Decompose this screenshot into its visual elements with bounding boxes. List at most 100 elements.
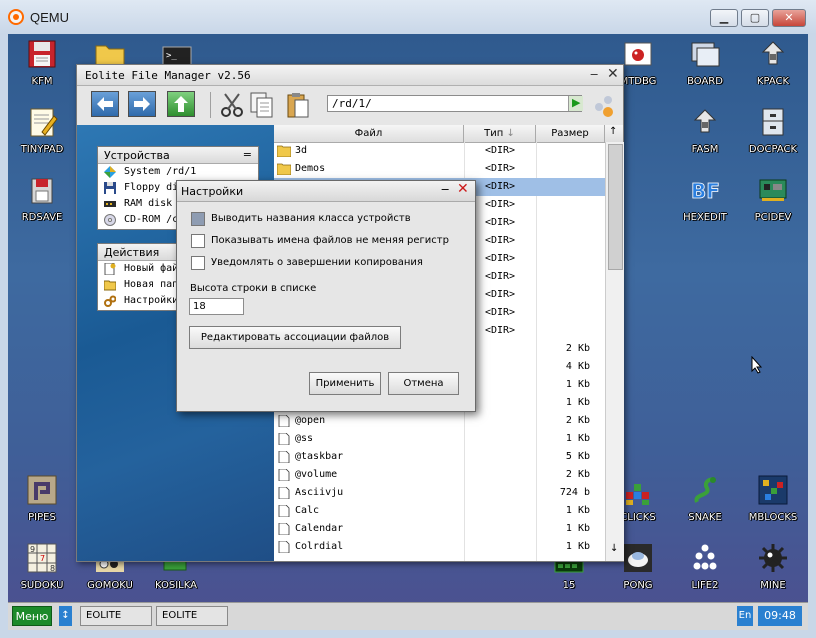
host-titlebar: QEMU ▁ ▢ ✕: [0, 0, 816, 35]
desktop-icon-mblocks[interactable]: MBLOCKS: [741, 470, 805, 534]
path-input[interactable]: /rd/1/: [327, 95, 582, 112]
file-row[interactable]: Calendar 1 Kb: [274, 520, 605, 538]
file-size: 1 Kb: [565, 379, 590, 390]
host-close-button[interactable]: ✕: [772, 9, 806, 27]
file-size: 1 Kb: [565, 433, 590, 444]
file-row[interactable]: @ss 1 Kb: [274, 430, 605, 448]
ramdisk-icon: [104, 201, 116, 207]
desktop-icon-docpack[interactable]: DOCPACK: [741, 102, 805, 166]
file-row[interactable]: Calc 1 Kb: [274, 502, 605, 520]
paste-icon[interactable]: [285, 91, 311, 119]
desktop-icon-label: RDSAVE: [21, 212, 63, 223]
row-height-label: Высота строки в списке: [190, 283, 317, 294]
device-label: System /rd/1: [124, 166, 197, 177]
desktop-icon-snake[interactable]: SNAKE: [673, 470, 737, 534]
file-row[interactable]: Colrdial 1 Kb: [274, 538, 605, 556]
pong-icon: [624, 544, 652, 572]
desktop-icon-label: MINE: [760, 580, 786, 591]
cut-icon[interactable]: [219, 91, 245, 119]
copy-icon[interactable]: [249, 91, 275, 119]
desktop-icon-pipes[interactable]: PIPES: [10, 470, 74, 534]
column-header-name[interactable]: Файл: [274, 125, 464, 142]
sudoku-icon: 978: [27, 543, 57, 573]
docpack-icon: [762, 108, 784, 136]
host-frame-left: [0, 34, 8, 638]
desktop-icon-board[interactable]: BOARD: [673, 34, 737, 98]
cancel-button[interactable]: Отмена: [388, 372, 459, 395]
clicks-icon: [626, 484, 649, 505]
file-icon: [278, 433, 290, 445]
host-frame-right: [808, 34, 816, 638]
host-minimize-button[interactable]: ▁: [710, 9, 738, 27]
option-checkbox-copy-notify[interactable]: [191, 256, 205, 270]
file-row[interactable]: @volume 2 Kb: [274, 466, 605, 484]
back-button[interactable]: [91, 91, 119, 117]
file-row[interactable]: Asciivju 724 b: [274, 484, 605, 502]
file-icon: [278, 469, 290, 481]
file-name: @ss: [295, 433, 314, 444]
language-indicator[interactable]: En: [737, 606, 753, 626]
scroll-down-button[interactable]: ↓: [610, 543, 618, 554]
file-size: 2 Kb: [565, 343, 590, 354]
sort-arrow-icon: ↓: [506, 128, 515, 139]
apply-button[interactable]: Применить: [309, 372, 381, 395]
option-checkbox-device-class[interactable]: [191, 212, 205, 226]
column-header-size[interactable]: Размер: [536, 125, 605, 142]
desktop-icon-life2[interactable]: LIFE2: [673, 538, 737, 602]
desktop-icon-hexedit[interactable]: BF HEXEDIT: [673, 170, 737, 234]
life-icon: [693, 544, 717, 570]
devices-title: Устройства: [104, 149, 170, 162]
column-header-type[interactable]: Тип ↓: [464, 125, 536, 142]
devices-menu-button[interactable]: =: [243, 148, 252, 161]
device-item-system[interactable]: System /rd/1: [98, 164, 258, 180]
actions-title: Действия: [104, 246, 160, 259]
desktop-icon-kpack[interactable]: KPACK: [741, 34, 805, 98]
file-row[interactable]: @open 2 Kb: [274, 412, 605, 430]
desktop-icon-kfm[interactable]: KFM: [10, 34, 74, 98]
desktop-icon-label: KOSILKA: [155, 580, 197, 591]
taskbar: Меню ↕ EOLITE EOLITE En 09:48: [8, 602, 808, 630]
dialog-close-button[interactable]: ✕: [457, 181, 469, 197]
file-row[interactable]: 3d <DIR>: [274, 142, 605, 160]
kpack-icon: [761, 41, 785, 65]
go-button[interactable]: ▶: [568, 96, 583, 111]
desktop-icon-tinypad[interactable]: TINYPAD: [10, 102, 74, 166]
device-label: RAM disk: [124, 198, 173, 209]
taskbar-task[interactable]: EOLITE: [156, 606, 228, 626]
up-button[interactable]: [167, 91, 195, 117]
fm-close-button[interactable]: ✕: [607, 66, 619, 82]
scrollbar-thumb[interactable]: [608, 144, 623, 270]
taskbar-task[interactable]: EOLITE: [80, 606, 152, 626]
scroll-up-button[interactable]: ↑: [609, 126, 617, 137]
option-label: Выводить названия класса устройств: [211, 213, 411, 224]
dialog-titlebar[interactable]: Настройки ‒ ✕: [177, 181, 475, 202]
desktop-icon-sudoku[interactable]: 978 SUDOKU: [10, 538, 74, 602]
clock: 09:48: [758, 606, 802, 626]
column-type-label: Тип: [484, 128, 504, 139]
dialog-minimize-button[interactable]: ‒: [441, 182, 449, 197]
file-row[interactable]: Demos <DIR>: [274, 160, 605, 178]
desktop-icon-fasm[interactable]: FASM: [673, 102, 737, 166]
debugger-icon: [624, 42, 652, 66]
fm-minimize-button[interactable]: ‒: [590, 67, 598, 82]
menu-button[interactable]: Меню: [12, 606, 52, 626]
file-row[interactable]: @taskbar 5 Kb: [274, 448, 605, 466]
host-maximize-button[interactable]: ▢: [741, 9, 769, 27]
save-icon: [31, 178, 53, 204]
file-size: 1 Kb: [565, 523, 590, 534]
file-name: 3d: [295, 145, 308, 156]
row-height-input[interactable]: 18: [189, 298, 244, 315]
vertical-scrollbar[interactable]: ↓: [605, 142, 624, 561]
desktop-icon-rdsave[interactable]: RDSAVE: [10, 170, 74, 234]
mouse-cursor-icon: [751, 356, 763, 374]
edit-associations-button[interactable]: Редактировать ассоциации файлов: [189, 326, 401, 349]
option-checkbox-case[interactable]: [191, 234, 205, 248]
host-title: QEMU: [30, 10, 69, 25]
desktop-icon-mine[interactable]: MINE: [741, 538, 805, 602]
switch-windows-button[interactable]: ↕: [59, 606, 72, 626]
file-name: Colrdial: [295, 541, 344, 552]
fm-titlebar[interactable]: Eolite File Manager v2.56 ‒ ✕: [77, 65, 623, 86]
fm-title: Eolite File Manager v2.56: [85, 69, 251, 82]
desktop-icon-pcidev[interactable]: PCIDEV: [741, 170, 805, 234]
forward-button[interactable]: [128, 91, 156, 117]
